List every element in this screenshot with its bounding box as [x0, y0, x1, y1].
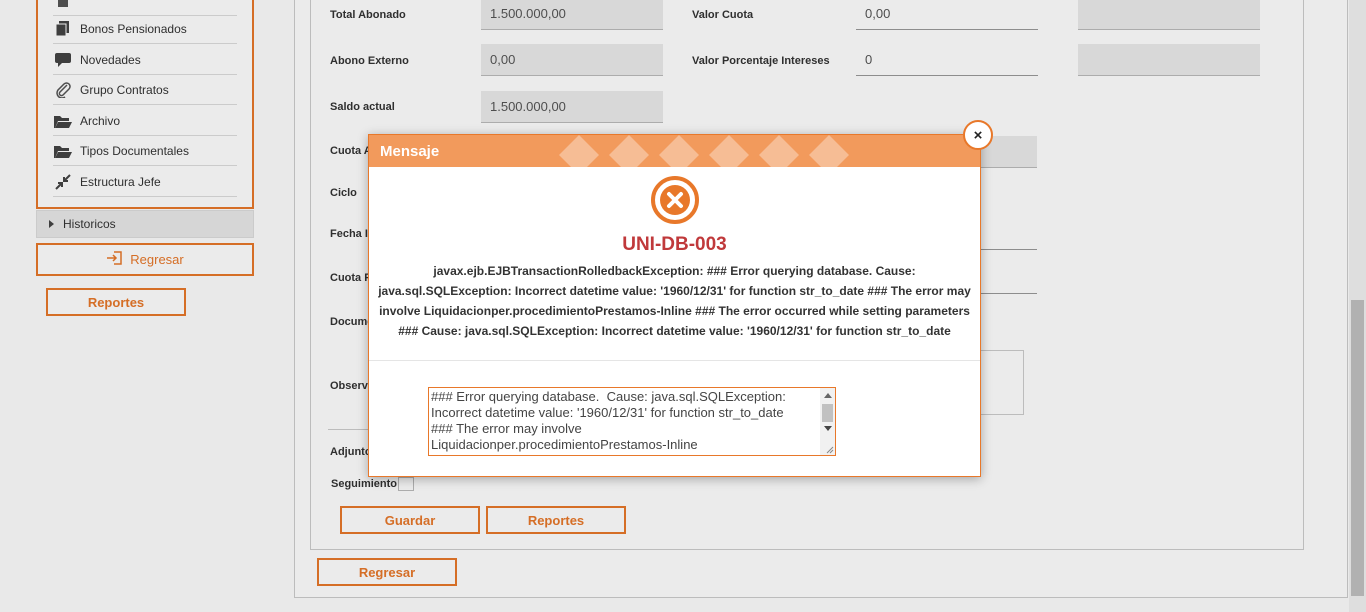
sign-in-icon	[106, 251, 123, 268]
compress-icon	[53, 173, 73, 190]
sidebar-item-tipos-documentales[interactable]: Tipos Documentales	[53, 136, 237, 166]
header-pattern	[559, 135, 849, 167]
observacion-label: Observ	[330, 380, 368, 392]
total-abonado-label: Total Abonado	[330, 9, 406, 21]
saldo-actual-field[interactable]: 1.500.000,00	[481, 91, 663, 123]
sidebar-reportes-button[interactable]: Reportes	[46, 288, 186, 316]
error-message: javax.ejb.EJBTransactionRolledbackExcept…	[378, 264, 971, 338]
seguimiento-checkbox[interactable]	[398, 477, 414, 491]
adjunto-label: Adjunto	[330, 446, 372, 458]
cuota-a-label: Cuota A	[330, 145, 372, 157]
caret-right-icon	[49, 220, 54, 228]
valor-porcentaje-label: Valor Porcentaje Intereses	[692, 55, 830, 67]
scroll-up-icon[interactable]	[824, 393, 832, 398]
message-dialog: Mensaje UNI-DB-003 javax.ejb.EJBTransact…	[368, 134, 981, 477]
valor-cuota-field[interactable]: 0,00	[856, 0, 1038, 30]
sidebar-item-label: Novedades	[80, 52, 141, 67]
sidebar-item-novedades[interactable]: Novedades	[53, 45, 237, 75]
dialog-header: Mensaje	[369, 135, 980, 167]
ciclo-label: Ciclo	[330, 187, 357, 199]
sidebar-item-label: Archivo	[80, 113, 121, 128]
sidebar-item-bonos-pensionados[interactable]: Bonos Pensionados	[53, 14, 237, 44]
dialog-divider	[369, 360, 980, 361]
documento-label: Docume	[330, 316, 374, 328]
page-scrollbar-thumb[interactable]	[1351, 300, 1364, 596]
cuota-f-label: Cuota F	[330, 272, 371, 284]
error-circle-x-icon	[651, 176, 699, 224]
sidebar-item-estructura-jefe[interactable]: Estructura Jefe	[53, 167, 237, 197]
extra-field-1[interactable]	[1078, 0, 1260, 30]
guardar-button[interactable]: Guardar	[340, 506, 480, 534]
extra-field-2[interactable]	[1078, 44, 1260, 76]
textarea-scrollbar-thumb[interactable]	[822, 404, 833, 422]
sidebar-regresar-button[interactable]: Regresar	[36, 243, 254, 276]
seguimiento-label: Seguimiento	[331, 478, 398, 490]
dialog-close-button[interactable]: ×	[963, 120, 993, 150]
valor-porcentaje-field[interactable]: 0	[856, 44, 1038, 76]
paperclip-icon	[53, 81, 73, 98]
sidebar-item-grupo-contratos[interactable]: Grupo Contratos	[53, 75, 237, 105]
abono-externo-field[interactable]: 0,00	[481, 44, 663, 76]
total-abonado-field[interactable]: 1.500.000,00	[481, 0, 663, 30]
sidebar-item-archivo[interactable]: Archivo	[53, 106, 237, 136]
dialog-title: Mensaje	[380, 143, 440, 160]
sidebar-menu: Bonos Pensionados Novedades Grupo Contra…	[36, 0, 254, 209]
copy-icon	[53, 21, 73, 37]
sidebar-item-label: Estructura Jefe	[80, 174, 161, 189]
sidebar-item-label: Tipos Documentales	[80, 143, 189, 158]
error-detail-text: ### Error querying database. Cause: java…	[431, 389, 786, 452]
error-code: UNI-DB-003	[622, 234, 727, 255]
regresar-button[interactable]: Regresar	[317, 558, 457, 586]
regresar-label: Regresar	[130, 252, 184, 267]
saldo-actual-label: Saldo actual	[330, 101, 395, 113]
resize-grip-icon[interactable]	[824, 444, 834, 454]
comment-icon	[53, 52, 73, 68]
error-detail-textarea[interactable]: ### Error querying database. Cause: java…	[428, 387, 836, 456]
historicos-toggle[interactable]: Historicos	[36, 210, 254, 238]
observacion-textarea[interactable]	[980, 350, 1024, 415]
reportes-button[interactable]: Reportes	[486, 506, 626, 534]
historicos-label: Historicos	[63, 217, 116, 231]
abono-externo-label: Abono Externo	[330, 55, 409, 67]
folder-open-icon	[53, 113, 73, 129]
sidebar-item-label: Grupo Contratos	[80, 82, 169, 97]
folder-open-icon	[53, 143, 73, 159]
fecha-label: Fecha I	[330, 228, 368, 240]
scroll-down-icon[interactable]	[824, 426, 832, 431]
sidebar-item-label: Bonos Pensionados	[80, 21, 187, 36]
valor-cuota-label: Valor Cuota	[692, 9, 754, 21]
document-icon	[53, 0, 73, 9]
